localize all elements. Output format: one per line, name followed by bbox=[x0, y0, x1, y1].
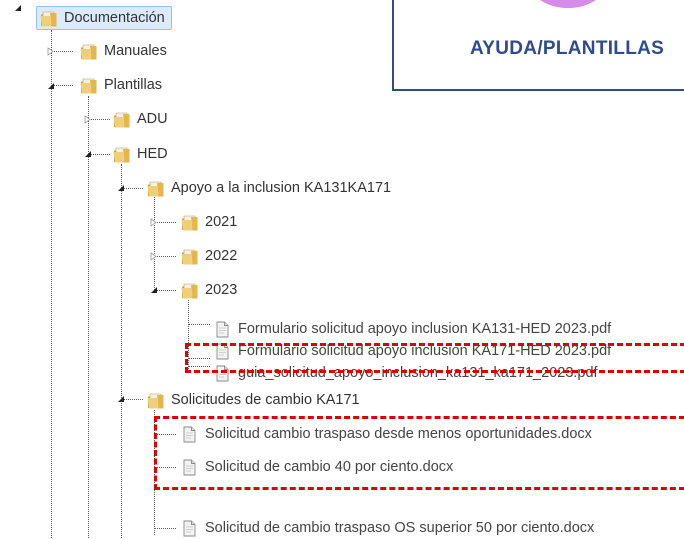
docx-file-icon bbox=[180, 519, 199, 538]
banner-circle-graphic bbox=[532, 0, 604, 8]
node-label: HED bbox=[137, 146, 168, 162]
tree-node-2023[interactable]: 2023 bbox=[180, 279, 237, 301]
expanded-arrow-icon[interactable] bbox=[14, 4, 22, 12]
folder-icon bbox=[180, 281, 199, 300]
collapsed-arrow-icon[interactable] bbox=[47, 47, 55, 56]
node-label: 2021 bbox=[205, 214, 238, 230]
node-label: 2023 bbox=[205, 282, 238, 298]
node-label: Solicitudes de cambio KA171 bbox=[171, 392, 360, 408]
folder-icon bbox=[180, 213, 199, 232]
tree-node-plantillas[interactable]: Plantillas bbox=[79, 74, 162, 96]
node-label: 2022 bbox=[205, 248, 238, 264]
pdf-file-icon bbox=[213, 320, 232, 339]
folder-icon bbox=[112, 145, 131, 164]
expanded-arrow-icon[interactable] bbox=[47, 82, 55, 90]
folder-icon bbox=[79, 42, 98, 61]
file-label: Solicitud de cambio traspaso OS superior… bbox=[205, 520, 595, 536]
tree-node-hed[interactable]: HED bbox=[112, 143, 168, 165]
tree-node-documentacion[interactable]: Documentación bbox=[36, 6, 172, 30]
highlight-box-solicitudes-docx bbox=[154, 416, 684, 490]
help-templates-banner[interactable]: AYUDA/PLANTILLAS bbox=[392, 0, 684, 91]
node-label: Apoyo a la inclusion KA131KA171 bbox=[171, 180, 392, 196]
file-label: Formulario solicitud apoyo inclusion KA1… bbox=[238, 321, 612, 337]
folder-icon bbox=[79, 76, 98, 95]
expanded-arrow-icon[interactable] bbox=[84, 150, 92, 158]
file-item-os-superior-docx[interactable]: Solicitud de cambio traspaso OS superior… bbox=[180, 517, 594, 539]
folder-icon bbox=[146, 179, 165, 198]
highlight-box-ka171-pdf bbox=[185, 343, 684, 373]
expanded-arrow-icon[interactable] bbox=[150, 286, 158, 294]
expanded-arrow-icon[interactable] bbox=[117, 184, 125, 192]
expanded-arrow-icon[interactable] bbox=[117, 395, 125, 403]
collapsed-arrow-icon[interactable] bbox=[150, 218, 158, 227]
collapsed-arrow-icon[interactable] bbox=[84, 115, 92, 124]
node-label: Plantillas bbox=[104, 77, 163, 93]
banner-title: AYUDA/PLANTILLAS bbox=[470, 38, 665, 59]
tree-node-solicitudes-cambio[interactable]: Solicitudes de cambio KA171 bbox=[146, 389, 360, 411]
collapsed-arrow-icon[interactable] bbox=[150, 252, 158, 261]
node-label: Documentación bbox=[64, 10, 165, 26]
folder-icon bbox=[180, 247, 199, 266]
tree-node-apoyo-inclusion[interactable]: Apoyo a la inclusion KA131KA171 bbox=[146, 177, 391, 199]
node-label: ADU bbox=[137, 111, 168, 127]
tree-node-adu[interactable]: ADU bbox=[112, 108, 168, 130]
tree-node-manuales[interactable]: Manuales bbox=[79, 40, 167, 62]
folder-icon bbox=[112, 110, 131, 129]
tree-node-2021[interactable]: 2021 bbox=[180, 211, 237, 233]
folder-icon bbox=[146, 391, 165, 410]
tree-node-2022[interactable]: 2022 bbox=[180, 245, 237, 267]
folder-icon bbox=[39, 9, 58, 28]
node-label: Manuales bbox=[104, 43, 167, 59]
file-item-ka131-pdf[interactable]: Formulario solicitud apoyo inclusion KA1… bbox=[213, 318, 611, 340]
